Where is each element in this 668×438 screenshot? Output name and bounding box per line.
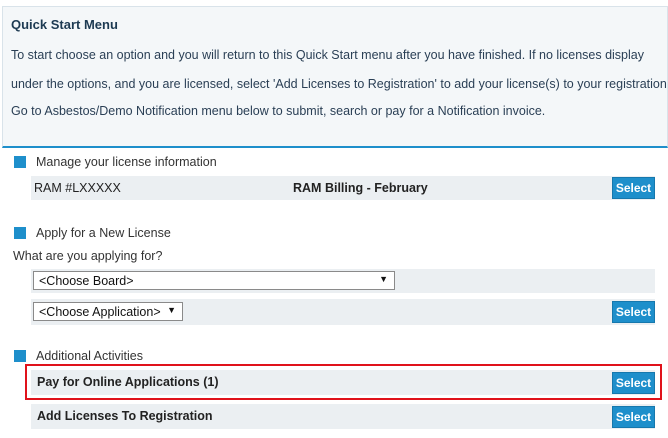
license-select-button[interactable]: Select — [612, 177, 655, 199]
section-additional-activities: Additional Activities — [14, 348, 143, 364]
apply-question: What are you applying for? — [13, 249, 163, 263]
apply-select-button[interactable]: Select — [612, 301, 655, 323]
instructions-line-1: To start choose an option and you will r… — [11, 48, 644, 62]
highlight-box — [25, 364, 662, 400]
section-label: Additional Activities — [36, 349, 144, 363]
dropdown-arrow-icon: ▼ — [167, 305, 176, 315]
dropdown-arrow-icon: ▼ — [379, 274, 388, 284]
section-manage-license: Manage your license information — [14, 154, 217, 170]
section-bullet-icon — [14, 156, 26, 168]
section-bullet-icon — [14, 350, 26, 362]
add-licenses-select-button[interactable]: Select — [612, 406, 655, 428]
section-bullet-icon — [14, 227, 26, 239]
section-label: Manage your license information — [36, 155, 217, 169]
choose-application-value: <Choose Application> — [39, 304, 161, 319]
choose-board-select[interactable]: <Choose Board> ▼ — [33, 271, 395, 290]
quick-start-page: Quick Start Menu To start choose an opti… — [0, 0, 668, 438]
section-label: Apply for a New License — [36, 226, 171, 240]
choose-board-value: <Choose Board> — [39, 273, 134, 288]
add-licenses-label: Add Licenses To Registration — [37, 409, 213, 423]
instructions-line-3: Go to Asbestos/Demo Notification menu be… — [11, 104, 546, 118]
billing-label: RAM Billing - February — [293, 181, 428, 195]
choose-application-select[interactable]: <Choose Application> ▼ — [33, 302, 183, 321]
instructions-line-2: under the options, and you are licensed,… — [11, 77, 668, 91]
license-row: RAM #LXXXXX RAM Billing - February — [31, 176, 655, 200]
license-number: RAM #LXXXXX — [34, 181, 121, 195]
section-apply-license: Apply for a New License — [14, 225, 171, 241]
add-licenses-row: Add Licenses To Registration — [31, 404, 655, 429]
quick-start-title: Quick Start Menu — [11, 17, 118, 32]
